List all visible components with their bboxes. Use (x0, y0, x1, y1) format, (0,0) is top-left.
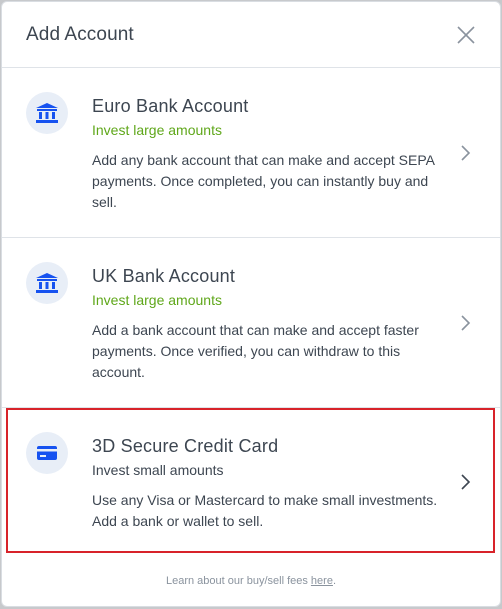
dialog-title: Add Account (26, 24, 134, 45)
footer-suffix: . (332, 575, 337, 587)
dialog-header: Add Account (2, 2, 500, 68)
option-subtitle: Invest large amounts (92, 292, 222, 308)
option-description: Use any Visa or Mastercard to make small… (92, 492, 438, 529)
chevron-right-icon (460, 474, 472, 490)
option-euro-bank-account[interactable]: Euro Bank Account Invest large amounts A… (2, 68, 500, 238)
add-account-dialog: Add Account Euro Bank Account Invest lar… (1, 1, 501, 607)
option-description: Add any bank account that can make and a… (92, 152, 435, 210)
option-uk-bank-account[interactable]: UK Bank Account Invest large amounts Add… (2, 238, 500, 408)
footer-text: Learn about our buy/sell fees (165, 575, 311, 587)
option-subtitle: Invest large amounts (92, 122, 222, 138)
fees-footer: Learn about our buy/sell fees here. (2, 575, 500, 587)
option-subtitle: Invest small amounts (92, 462, 224, 478)
close-icon[interactable] (456, 25, 476, 45)
option-description: Add a bank account that can make and acc… (92, 322, 419, 380)
fees-link[interactable]: here (311, 575, 333, 587)
option-title: Euro Bank Account (92, 96, 249, 116)
chevron-right-icon (460, 145, 472, 161)
bank-icon (26, 92, 68, 134)
option-3d-secure-credit-card[interactable]: 3D Secure Credit Card Invest small amoun… (2, 408, 500, 553)
chevron-right-icon (460, 315, 472, 331)
bank-icon (26, 262, 68, 304)
credit-card-icon (26, 432, 68, 474)
option-title: UK Bank Account (92, 266, 236, 286)
option-title: 3D Secure Credit Card (92, 436, 279, 456)
